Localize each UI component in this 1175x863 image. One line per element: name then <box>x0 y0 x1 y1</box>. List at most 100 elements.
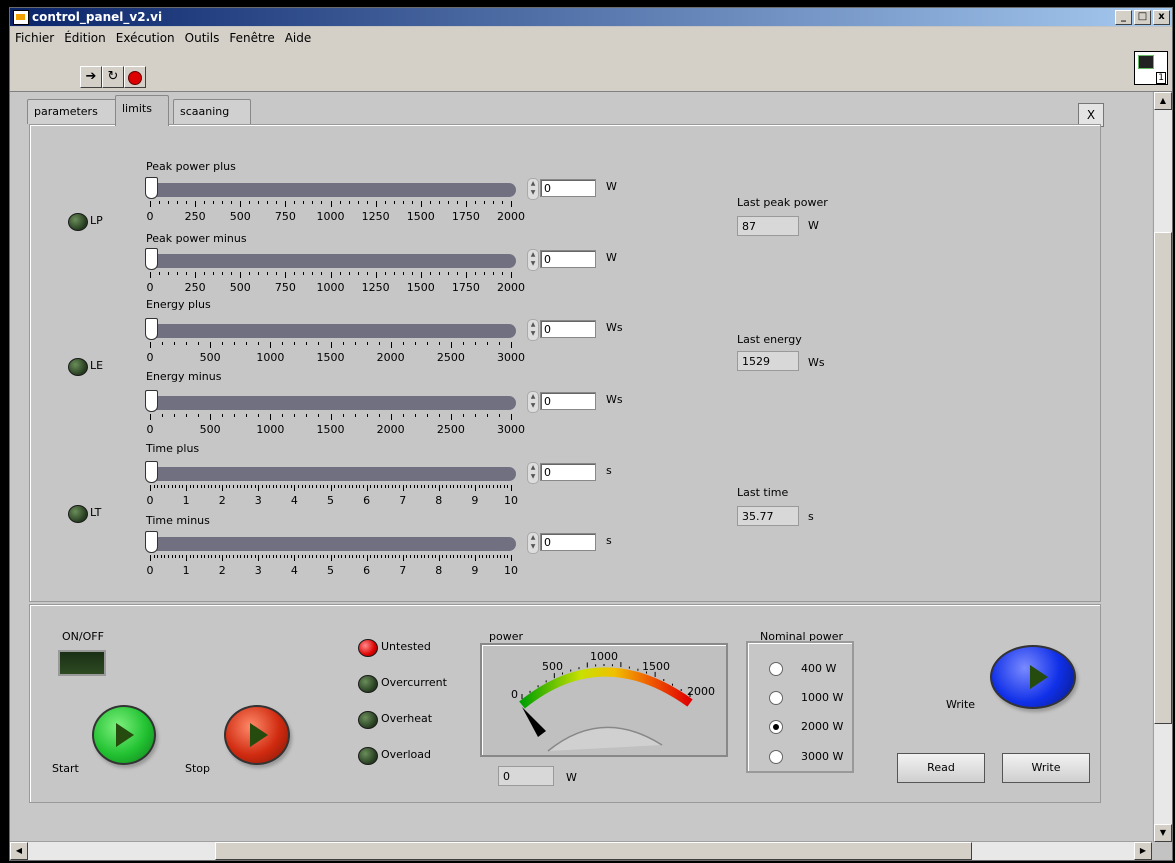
tab-limits[interactable]: limits <box>115 95 169 126</box>
radio-1000w[interactable] <box>769 691 783 705</box>
start-button[interactable] <box>92 705 156 765</box>
energy-minus-input[interactable]: 0 <box>540 392 596 410</box>
vertical-scroll-thumb[interactable] <box>1154 232 1172 724</box>
run-continuously-icon[interactable]: ↻ <box>102 66 124 88</box>
horizontal-scroll-thumb[interactable] <box>215 842 972 860</box>
slider-tick <box>243 555 245 558</box>
toolbar: ➔ ↻ <box>10 49 1172 92</box>
peak-minus-slider-knob[interactable] <box>145 248 158 270</box>
peak-plus-tick-label: 1500 <box>406 210 435 223</box>
slider-tick <box>498 342 500 345</box>
horizontal-scrollbar[interactable]: ◀ ▶ <box>10 841 1152 860</box>
slider-tick <box>168 555 170 558</box>
slider-tick <box>233 485 235 488</box>
tab-parameters[interactable]: parameters <box>27 99 119 124</box>
radio-2000w[interactable] <box>769 720 783 734</box>
write-button[interactable]: Write <box>1002 753 1090 783</box>
slider-tick <box>312 201 314 204</box>
slider-tick <box>501 272 503 275</box>
peak-plus-input[interactable]: 0 <box>540 179 596 197</box>
menu-aide[interactable]: Aide <box>280 27 317 49</box>
peak-minus-spinner-icon[interactable]: ▲ ▼ <box>527 249 539 271</box>
radio-3000w[interactable] <box>769 750 783 764</box>
slider-tick <box>393 201 395 204</box>
energy-plus-spinner-icon[interactable]: ▲ ▼ <box>527 319 539 341</box>
menu-edition[interactable]: Édition <box>59 27 111 49</box>
peak-plus-slider-knob[interactable] <box>145 177 158 199</box>
slider-tick <box>384 272 386 275</box>
radio-400w[interactable] <box>769 662 783 676</box>
time-plus-tick-label: 10 <box>504 494 518 507</box>
slider-tick <box>153 485 155 488</box>
slider-tick <box>294 555 296 561</box>
abort-icon[interactable] <box>124 66 146 88</box>
peak-plus-label: Peak power plus <box>146 160 236 173</box>
slider-tick <box>453 485 455 488</box>
slider-tick <box>352 485 354 488</box>
time-minus-slider-knob[interactable] <box>145 531 158 553</box>
menu-execution[interactable]: Exécution <box>111 27 180 49</box>
energy-plus-slider-knob[interactable] <box>145 318 158 340</box>
energy-plus-slider[interactable] <box>146 324 516 338</box>
peak-minus-input[interactable]: 0 <box>540 250 596 268</box>
peak-plus-spinner-icon[interactable]: ▲ ▼ <box>527 178 539 200</box>
time-minus-input[interactable]: 0 <box>540 533 596 551</box>
scroll-down-icon[interactable]: ▼ <box>1154 824 1172 842</box>
last-energy-unit: Ws <box>808 356 825 369</box>
scroll-left-icon[interactable]: ◀ <box>10 842 28 860</box>
time-minus-slider[interactable] <box>146 537 516 551</box>
slider-tick <box>417 555 419 558</box>
slider-tick <box>366 414 368 417</box>
scroll-right-icon[interactable]: ▶ <box>1134 842 1152 860</box>
time-minus-spinner-icon[interactable]: ▲ ▼ <box>527 532 539 554</box>
tab-scaaning[interactable]: scaaning <box>173 99 251 124</box>
energy-minus-slider[interactable] <box>146 396 516 410</box>
vertical-scrollbar[interactable]: ▲ ▼ <box>1153 92 1172 842</box>
slider-tick <box>334 555 336 558</box>
slider-tick <box>265 485 267 488</box>
time-plus-tick-label: 5 <box>327 494 334 507</box>
time-plus-slider-knob[interactable] <box>145 461 158 483</box>
maximize-button[interactable]: □ <box>1134 10 1151 25</box>
slider-tick <box>312 555 314 558</box>
peak-minus-tick-label: 1000 <box>316 281 345 294</box>
write-big-button[interactable] <box>990 645 1076 709</box>
last-energy-value: 1529 <box>737 351 799 371</box>
slider-tick <box>492 555 494 558</box>
run-arrow-icon[interactable]: ➔ <box>80 66 102 88</box>
menu-fenetre[interactable]: Fenêtre <box>224 27 279 49</box>
slider-tick <box>384 201 386 204</box>
slider-tick <box>420 555 422 558</box>
slider-tick <box>330 485 332 491</box>
menu-outils[interactable]: Outils <box>180 27 225 49</box>
slider-tick <box>395 485 397 488</box>
stop-button[interactable] <box>224 705 290 765</box>
slider-tick <box>234 414 236 417</box>
slider-tick <box>442 485 444 488</box>
read-button[interactable]: Read <box>897 753 985 783</box>
slider-tick <box>150 485 151 491</box>
time-plus-spinner-icon[interactable]: ▲ ▼ <box>527 462 539 484</box>
scroll-up-icon[interactable]: ▲ <box>1154 92 1172 110</box>
onoff-indicator[interactable] <box>58 650 106 676</box>
peak-plus-slider[interactable] <box>146 183 516 197</box>
energy-minus-slider-knob[interactable] <box>145 390 158 412</box>
slider-tick <box>240 485 242 488</box>
peak-minus-slider[interactable] <box>146 254 516 268</box>
time-plus-slider[interactable] <box>146 467 516 481</box>
slider-tick <box>438 555 440 561</box>
peak-plus-tick-label: 0 <box>146 210 154 223</box>
energy-minus-spinner-icon[interactable]: ▲ ▼ <box>527 391 539 413</box>
energy-plus-input[interactable]: 0 <box>540 320 596 338</box>
close-window-button[interactable]: x <box>1153 10 1170 25</box>
minimize-button[interactable]: _ <box>1115 10 1132 25</box>
slider-tick <box>426 342 428 345</box>
slider-tick <box>450 342 452 348</box>
time-plus-input[interactable]: 0 <box>540 463 596 481</box>
slider-tick <box>207 555 209 558</box>
menu-fichier[interactable]: Fichier <box>10 27 59 49</box>
energy-plus-tick-label: 0 <box>146 351 154 364</box>
slider-tick <box>344 485 346 488</box>
slider-tick <box>465 201 467 207</box>
slider-tick <box>298 485 299 488</box>
